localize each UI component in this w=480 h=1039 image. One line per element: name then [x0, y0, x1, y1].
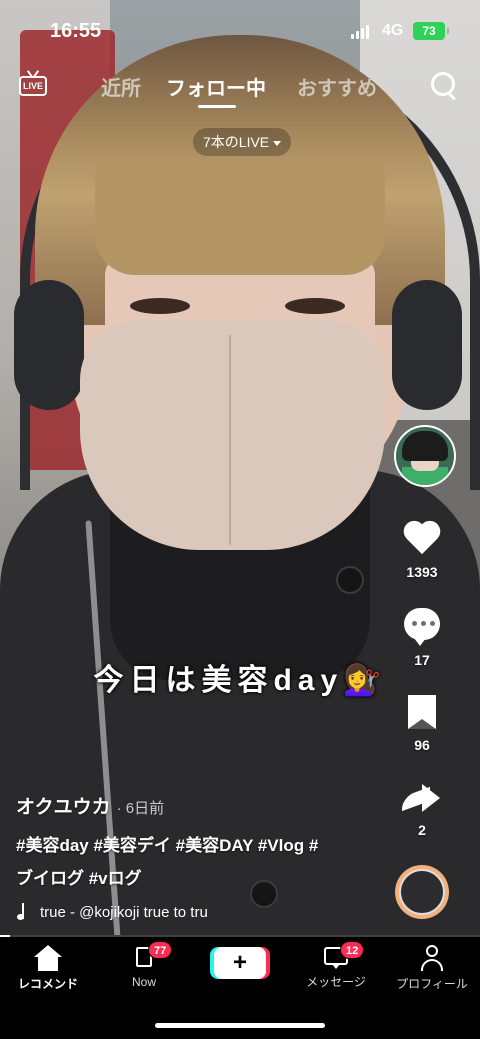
home-indicator	[155, 1023, 325, 1028]
live-count-label: 7本のLIVE	[203, 134, 270, 150]
description-line: ブイログ #vログ	[16, 869, 142, 888]
create-button[interactable]: +	[210, 947, 270, 979]
status-bar: 16:55 4G 73	[0, 0, 480, 60]
tab-inbox-label: メッセージ	[306, 975, 366, 989]
signal-icon	[351, 25, 369, 39]
now-icon: 77	[130, 941, 173, 971]
bookmark-icon	[408, 695, 436, 729]
post-description[interactable]: #美容day #美容デイ #美容DAY #Vlog # ブイログ #vログ	[16, 829, 376, 895]
comment-icon	[404, 608, 440, 646]
music-title: true - @kojikoji true to tru	[40, 903, 208, 921]
tab-nearby[interactable]: 近所	[101, 72, 141, 101]
search-icon[interactable]	[431, 72, 459, 101]
caret-down-icon	[273, 140, 282, 146]
feed-tabs: 近所 フォロー中 おすすめ	[0, 70, 480, 110]
save-count: 96	[414, 737, 430, 753]
tab-home-label: レコメンド	[17, 977, 78, 991]
tab-now[interactable]: 77 Now	[96, 941, 192, 989]
posted-time: · 6日前	[116, 800, 165, 817]
tab-profile[interactable]: プロフィール	[384, 945, 480, 992]
tab-now-label: Now	[131, 975, 156, 989]
like-button[interactable]: 1393	[380, 522, 464, 580]
creator-avatar[interactable]	[394, 425, 456, 487]
tab-following[interactable]: フォロー中	[166, 72, 266, 101]
save-button[interactable]: 96	[380, 695, 464, 753]
music-note-icon	[16, 903, 30, 921]
status-time: 16:55	[50, 20, 102, 42]
heart-icon	[402, 522, 442, 558]
video-text-overlay: 今日は美容day💇‍♀️	[93, 664, 387, 697]
tab-home[interactable]: レコメンド	[0, 945, 96, 992]
app-screen: 16:55 4G 73 LIVE 近所 フォロー中 おすすめ 7本のLIVE 1…	[0, 0, 480, 1039]
now-badge: 77	[148, 941, 173, 959]
music-disc-icon[interactable]	[395, 865, 449, 919]
home-icon	[34, 945, 62, 971]
share-count: 2	[418, 822, 426, 838]
share-button[interactable]: 2	[380, 782, 464, 838]
share-icon	[402, 782, 442, 814]
post-info: オクユウカ · 6日前 #美容day #美容デイ #美容DAY #Vlog # …	[16, 792, 376, 921]
tab-profile-label: プロフィール	[396, 977, 468, 991]
live-count-dropdown[interactable]: 7本のLIVE	[193, 128, 292, 156]
battery-icon: 73	[413, 22, 449, 40]
music-info[interactable]: true - @kojikoji true to tru	[16, 903, 376, 921]
description-line: #美容day #美容デイ #美容DAY #Vlog #	[16, 836, 319, 855]
like-count: 1393	[406, 564, 438, 580]
active-tab-indicator	[198, 105, 236, 108]
inbox-badge: 12	[340, 941, 365, 959]
message-icon: 12	[322, 941, 365, 969]
tab-for-you[interactable]: おすすめ	[297, 72, 377, 101]
plus-icon: +	[214, 947, 266, 979]
network-label: 4G	[382, 22, 404, 39]
tab-inbox[interactable]: 12 メッセージ	[288, 941, 384, 990]
profile-icon	[418, 945, 446, 971]
author-name[interactable]: オクユウカ	[16, 792, 111, 819]
